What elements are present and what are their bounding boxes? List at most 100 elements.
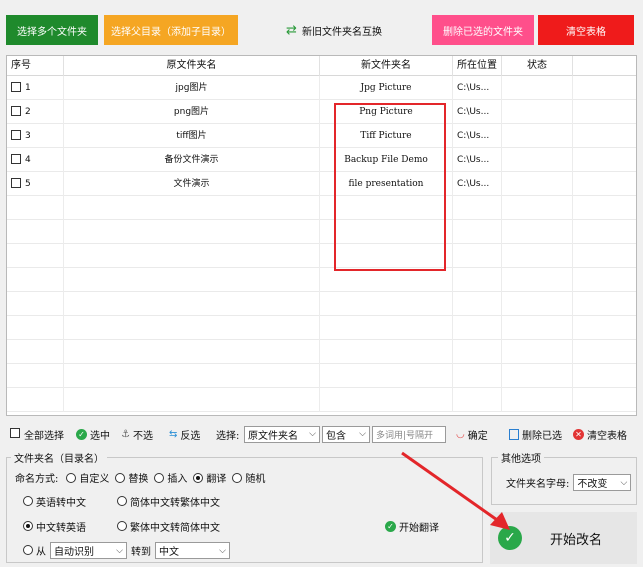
swap-names-button[interactable]: ⇄ 新旧文件夹名互换: [282, 15, 386, 45]
mode-random[interactable]: 随机: [232, 470, 265, 485]
empty-row: [7, 388, 636, 412]
field-select[interactable]: 原文件夹名 ⌵: [244, 423, 320, 445]
row-status: [502, 100, 573, 124]
empty-row: [7, 364, 636, 388]
delete-doc-icon: [509, 428, 519, 440]
row-seq: 2: [7, 100, 64, 124]
row-checkbox[interactable]: [11, 81, 21, 92]
check-circle-icon: ✓: [76, 428, 87, 440]
from-radio[interactable]: [23, 544, 33, 555]
table-row[interactable]: 1 jpg图片 Jpg Picture C:\Us...: [7, 76, 636, 100]
check-circle-icon: ✓: [498, 526, 522, 550]
chevron-down-icon: ⌵: [309, 429, 316, 439]
field-select-value: 原文件夹名: [248, 430, 298, 442]
mode-replace[interactable]: 替换: [115, 470, 148, 485]
match-select[interactable]: 包含 ⌵: [322, 423, 370, 445]
keyword-input[interactable]: 多词用|号隔开: [372, 423, 446, 445]
invert-selection-button[interactable]: ⇆ 反选: [169, 423, 200, 445]
start-rename-button[interactable]: ✓ 开始改名: [490, 512, 637, 564]
header-spacer: [573, 56, 636, 76]
table-header: 序号 原文件夹名 新文件夹名 所在位置 状态: [7, 56, 636, 76]
empty-row: [7, 292, 636, 316]
mode-translate[interactable]: 翻译: [193, 470, 226, 485]
delete-selected-button[interactable]: 删除已选: [509, 423, 562, 445]
table-row[interactable]: 2 png图片 Png Picture C:\Us...: [7, 100, 636, 124]
row-old-name: tiff图片: [64, 124, 320, 148]
row-new-name: Backup File Demo: [320, 148, 453, 172]
empty-row: [7, 244, 636, 268]
row-seq: 1: [7, 76, 64, 100]
keyword-placeholder: 多词用|号隔开: [372, 425, 446, 443]
mode-label: 命名方式:: [15, 474, 59, 485]
row-checkbox[interactable]: [11, 177, 21, 188]
check-circle-icon: ✓: [385, 521, 396, 532]
row-checkbox[interactable]: [11, 153, 21, 164]
letter-case-select[interactable]: 不改变 ⌵: [573, 474, 632, 491]
invert-label: 反选: [180, 430, 201, 442]
row-spacer: [573, 100, 636, 124]
option-cn-to-en[interactable]: 中文转英语: [23, 519, 86, 534]
row-checkbox[interactable]: [11, 129, 21, 140]
row-spacer: [573, 76, 636, 100]
confirm-button[interactable]: ◡ 确定: [456, 423, 488, 445]
row-seq: 4: [7, 148, 64, 172]
row-spacer: [573, 172, 636, 196]
row-seq: 3: [7, 124, 64, 148]
deselect-button[interactable]: ⚓ 不选: [121, 423, 153, 445]
empty-row: [7, 220, 636, 244]
top-toolbar: 选择多个文件夹 选择父目录（添加子目录） ⇄ 新旧文件夹名互换 删除已选的文件夹…: [0, 0, 643, 55]
letter-case-label: 文件夹名字母:: [506, 479, 570, 490]
naming-mode-row: 命名方式: 自定义 替换 插入 翻译 随机: [15, 470, 265, 485]
invert-icon: ⇆: [169, 428, 178, 440]
mode-insert[interactable]: 插入: [154, 470, 187, 485]
row-checkbox[interactable]: [11, 105, 21, 116]
select-all-checkbox[interactable]: 全部选择: [10, 423, 64, 445]
letter-case-row: 文件夹名字母: 不改变 ⌵: [506, 474, 632, 491]
start-translate-label: 开始翻译: [399, 523, 439, 534]
delete-selected-folders-button[interactable]: 删除已选的文件夹: [432, 15, 534, 45]
select-button[interactable]: ✓ 选中: [76, 423, 110, 445]
chevron-down-icon: ⌵: [359, 429, 366, 439]
start-translate-button[interactable]: ✓ 开始翻译: [385, 519, 439, 534]
header-old-name: 原文件夹名: [64, 56, 320, 76]
other-group-title: 其他选项: [498, 450, 544, 465]
table-row[interactable]: 3 tiff图片 Tiff Picture C:\Us...: [7, 124, 636, 148]
mode-custom[interactable]: 自定义: [66, 470, 109, 485]
folder-table: 序号 原文件夹名 新文件夹名 所在位置 状态 1 jpg图片 Jpg Pictu…: [6, 55, 637, 416]
to-label: 转到: [131, 547, 151, 558]
delete-selected-label: 删除已选: [522, 430, 562, 442]
confirm-label: 确定: [467, 430, 488, 442]
from-language-select[interactable]: 自动识别 ⌵: [50, 542, 127, 559]
match-select-value: 包含: [326, 430, 346, 442]
row-new-name: Jpg Picture: [320, 76, 453, 100]
select-parent-dir-button[interactable]: 选择父目录（添加子目录）: [104, 15, 238, 45]
clear-table-button[interactable]: 清空表格: [538, 15, 634, 45]
start-rename-label: 开始改名: [550, 532, 603, 548]
row-status: [502, 172, 573, 196]
option-simp-to-trad[interactable]: 简体中文转繁体中文: [117, 494, 220, 509]
table-row[interactable]: 4 备份文件演示 Backup File Demo C:\Us...: [7, 148, 636, 172]
option-en-to-cn[interactable]: 英语转中文: [23, 494, 86, 509]
table-row[interactable]: 5 文件演示 file presentation C:\Us...: [7, 172, 636, 196]
clear-table-small-button[interactable]: ✕ 清空表格: [573, 423, 627, 445]
row-location: C:\Us...: [453, 148, 502, 172]
select-label: 选中: [90, 430, 110, 442]
chevron-down-icon: ⌵: [620, 477, 628, 488]
select-multiple-folders-button[interactable]: 选择多个文件夹: [6, 15, 98, 45]
row-new-name: Tiff Picture: [320, 124, 453, 148]
other-options-group: 其他选项 文件夹名字母: 不改变 ⌵: [491, 450, 637, 505]
select-all-label: 全部选择: [24, 430, 64, 442]
deselect-label: 不选: [132, 430, 153, 442]
option-trad-to-simp[interactable]: 繁体中文转简体中文: [117, 519, 220, 534]
row-location: C:\Us...: [453, 124, 502, 148]
row-old-name: png图片: [64, 100, 320, 124]
row-location: C:\Us...: [453, 76, 502, 100]
clear-table-label: 清空表格: [587, 430, 627, 442]
to-language-select[interactable]: 中文 ⌵: [155, 542, 230, 559]
row-old-name: jpg图片: [64, 76, 320, 100]
row-seq: 5: [7, 172, 64, 196]
select-all-box[interactable]: [10, 428, 20, 438]
row-location: C:\Us...: [453, 172, 502, 196]
empty-row: [7, 268, 636, 292]
choose-label: 选择:: [216, 430, 240, 442]
